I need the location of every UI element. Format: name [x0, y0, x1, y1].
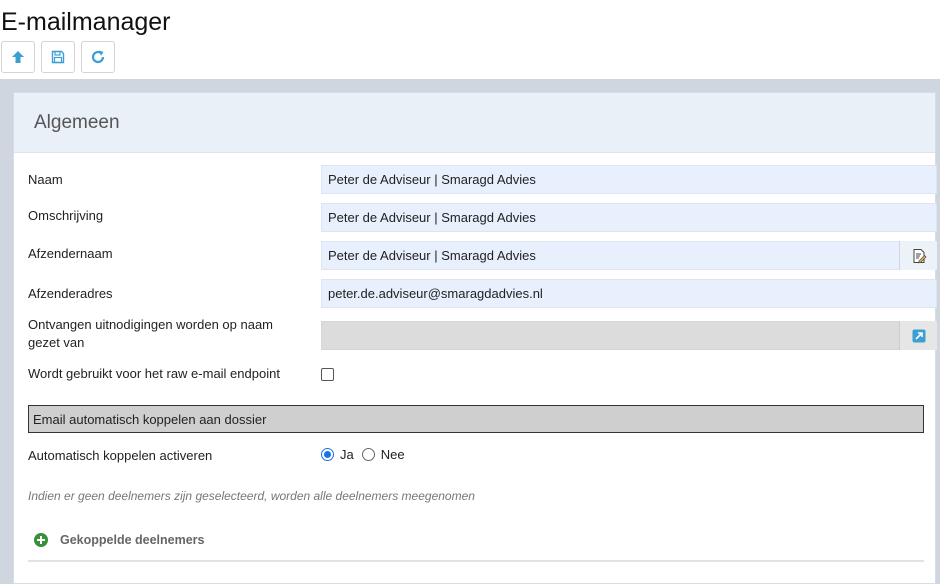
- linked-participants-label: Gekoppelde deelnemers: [60, 533, 205, 547]
- afzendernaam-value: Peter de Adviseur | Smaragd Advies: [328, 248, 536, 263]
- afzenderadres-label: Afzenderadres: [28, 286, 113, 301]
- linked-participants-toggle[interactable]: Gekoppelde deelnemers: [34, 533, 205, 547]
- auto-link-radio-group: Ja Nee: [321, 447, 405, 462]
- refresh-icon: [91, 50, 105, 64]
- radio-ja[interactable]: [321, 448, 334, 461]
- page-title: E-mailmanager: [1, 8, 171, 36]
- general-panel: Algemeen Naam Peter de Adviseur | Smarag…: [13, 92, 937, 584]
- afzenderadres-field[interactable]: peter.de.adviseur@smaragdadvies.nl: [321, 279, 937, 308]
- afzendernaam-field[interactable]: Peter de Adviseur | Smaragd Advies: [321, 241, 937, 270]
- auto-link-label: Automatisch koppelen activeren: [28, 448, 213, 463]
- panel-header: Algemeen: [14, 93, 935, 153]
- toolbar: [1, 41, 115, 73]
- panel-title: Algemeen: [34, 111, 120, 133]
- afzendernaam-label: Afzendernaam: [28, 246, 113, 261]
- add-circle-icon: [34, 533, 48, 547]
- up-button[interactable]: [1, 41, 35, 73]
- raw-endpoint-checkbox[interactable]: [321, 368, 334, 381]
- external-link-icon: [912, 329, 925, 342]
- raw-endpoint-label: Wordt gebruikt voor het raw e-mail endpo…: [28, 366, 280, 381]
- afzenderadres-value: peter.de.adviseur@smaragdadvies.nl: [328, 286, 543, 301]
- radio-nee-label[interactable]: Nee: [381, 447, 405, 462]
- save-icon: [51, 50, 65, 64]
- ontvangen-label: Ontvangen uitnodigingen worden op naam g…: [28, 317, 274, 350]
- ontvangen-field: [321, 321, 937, 350]
- omschrijving-label: Omschrijving: [28, 208, 104, 223]
- edit-document-icon: [913, 248, 926, 263]
- section-title: Email automatisch koppelen aan dossier: [33, 411, 267, 427]
- participants-hint: Indien er geen deelnemers zijn geselecte…: [28, 489, 475, 503]
- radio-nee[interactable]: [361, 448, 375, 461]
- save-button[interactable]: [41, 41, 75, 73]
- afzendernaam-edit-button[interactable]: [899, 241, 937, 270]
- naam-field[interactable]: Peter de Adviseur | Smaragd Advies: [321, 165, 937, 194]
- arrow-up-icon: [12, 51, 24, 63]
- naam-value: Peter de Adviseur | Smaragd Advies: [328, 172, 536, 187]
- omschrijving-field[interactable]: Peter de Adviseur | Smaragd Advies: [321, 203, 937, 232]
- refresh-button[interactable]: [81, 41, 115, 73]
- omschrijving-value: Peter de Adviseur | Smaragd Advies: [328, 210, 536, 225]
- naam-label: Naam: [28, 172, 63, 187]
- ontvangen-link-button[interactable]: [899, 321, 937, 350]
- radio-ja-label[interactable]: Ja: [340, 447, 354, 462]
- section-divider: [28, 560, 924, 562]
- auto-link-section-header: Email automatisch koppelen aan dossier: [28, 405, 924, 433]
